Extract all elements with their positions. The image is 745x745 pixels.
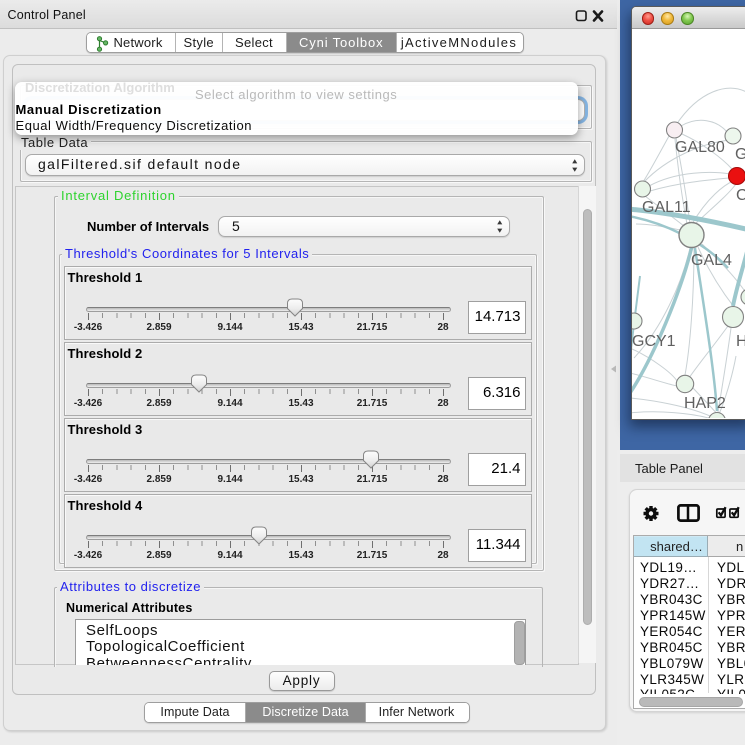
svg-text:GCY1: GCY1 — [632, 333, 676, 350]
svg-text:HAP2: HAP2 — [684, 395, 726, 412]
svg-text:GAL80: GAL80 — [675, 139, 725, 156]
svg-text:GAL4: GAL4 — [691, 252, 732, 269]
svg-text:C: C — [736, 187, 745, 204]
svg-text:GA: GA — [735, 146, 745, 163]
svg-text:GAL11: GAL11 — [642, 199, 691, 216]
svg-text:HA: HA — [736, 333, 745, 350]
